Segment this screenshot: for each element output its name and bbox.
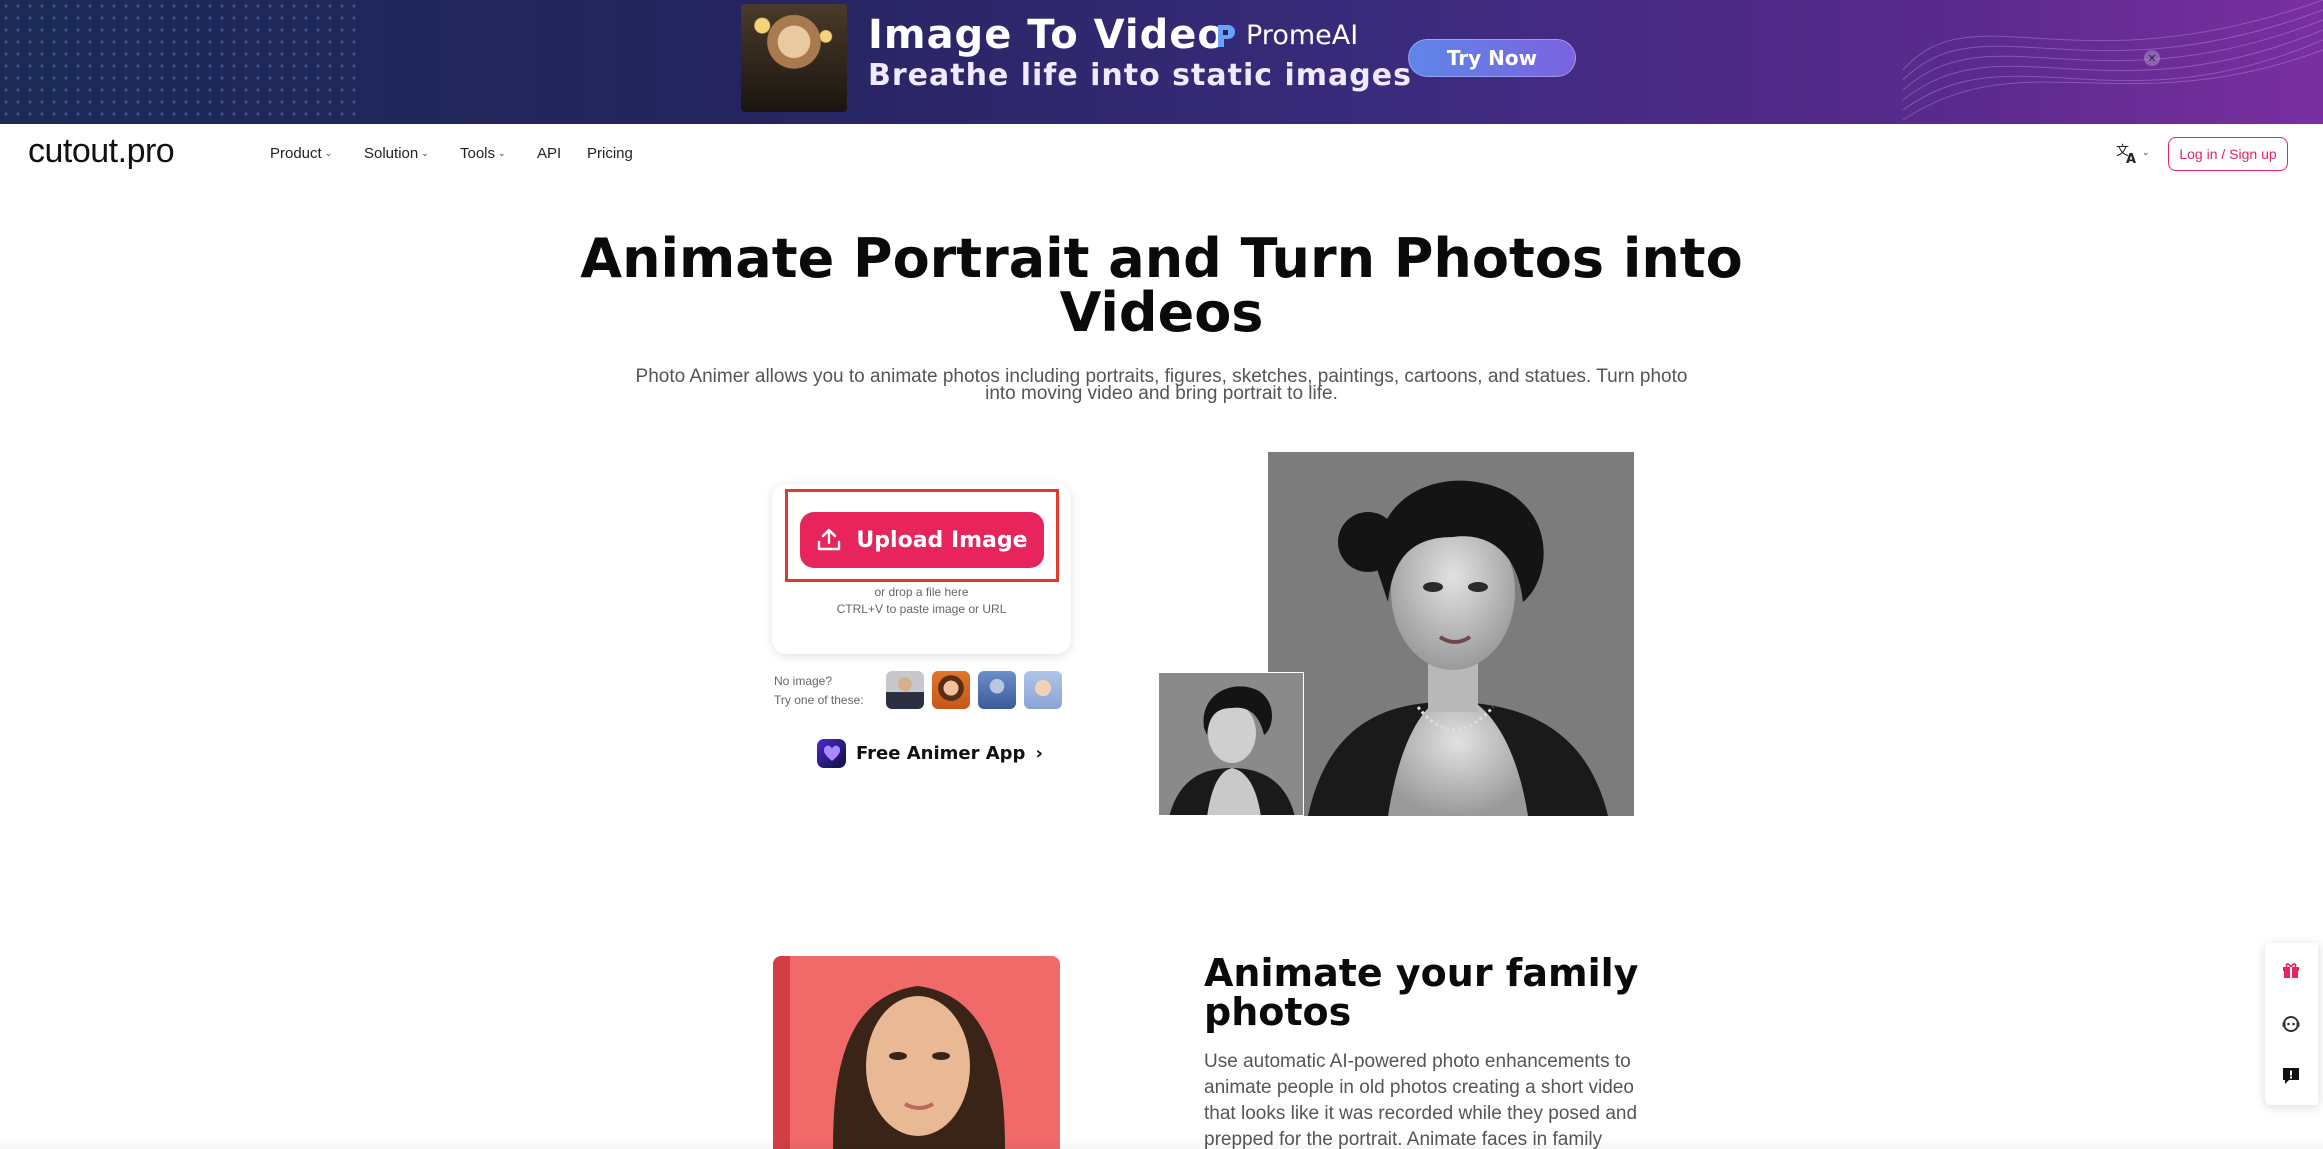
banner-title: Image To Video	[868, 12, 1226, 58]
banner-wave-pattern	[1903, 0, 2323, 124]
sample-image-baby[interactable]	[1024, 671, 1062, 709]
page-title: Animate Portrait and Turn Photos into Vi…	[560, 232, 1763, 340]
nav-item-tools[interactable]: Tools ⌄	[460, 145, 506, 162]
portrait-thumbnail-illustration	[1159, 673, 1304, 816]
nav-item-label: Tools	[460, 145, 495, 162]
try-these-line: Try one of these:	[774, 691, 864, 710]
sample-image-woman[interactable]	[932, 671, 970, 709]
translate-icon: 文 A	[2116, 142, 2140, 164]
upload-button-label: Upload Image	[856, 528, 1027, 553]
portrait-illustration	[1268, 452, 1634, 816]
drop-hint-line: or drop a file here	[772, 584, 1071, 601]
promeai-logo-icon	[1212, 21, 1238, 51]
top-navigation: cutout.pro Product ⌄ Solution ⌄ Tools ⌄ …	[0, 124, 2323, 184]
banner-thumbnail	[741, 4, 847, 112]
sample-images	[886, 671, 1062, 709]
banner-subtitle: Breathe life into static images	[868, 58, 1412, 93]
animer-app-icon	[817, 739, 846, 768]
section-text: Use automatic AI-powered photo enhanceme…	[1204, 1049, 1664, 1149]
close-icon[interactable]: ✕	[2144, 50, 2160, 66]
chevron-right-icon: ›	[1035, 743, 1042, 764]
animer-app-label: Free Animer App	[856, 743, 1025, 764]
site-logo[interactable]: cutout.pro	[28, 132, 174, 171]
nav-item-product[interactable]: Product ⌄	[270, 145, 332, 162]
chevron-down-icon: ⌄	[2142, 148, 2150, 158]
sample-image-man[interactable]	[886, 671, 924, 709]
nav-item-label: API	[537, 145, 561, 162]
nav-item-label: Product	[270, 145, 322, 162]
upload-icon	[816, 527, 842, 553]
sample-image-statue[interactable]	[978, 671, 1016, 709]
heart-icon	[822, 744, 842, 764]
support-icon[interactable]	[2280, 1013, 2302, 1035]
chevron-down-icon: ⌄	[421, 148, 429, 159]
nav-item-solution[interactable]: Solution ⌄	[364, 145, 429, 162]
login-signup-button[interactable]: Log in / Sign up	[2168, 137, 2288, 171]
no-image-label: No image? Try one of these:	[774, 672, 864, 710]
upload-image-button[interactable]: Upload Image	[800, 512, 1044, 568]
nav-item-label: Solution	[364, 145, 418, 162]
free-animer-app-link[interactable]: Free Animer App ›	[817, 739, 1043, 768]
no-image-line: No image?	[774, 672, 864, 691]
original-portrait-thumbnail	[1158, 672, 1304, 816]
promo-banner[interactable]: Image To Video Breathe life into static …	[0, 0, 2323, 124]
nav-item-pricing[interactable]: Pricing	[587, 145, 633, 162]
feedback-icon[interactable]	[2280, 1065, 2302, 1087]
svg-text:A: A	[2126, 152, 2136, 164]
hero-description: Photo Animer allows you to animate photo…	[620, 368, 1703, 402]
gift-icon[interactable]	[2280, 959, 2302, 981]
promeai-text: PromeAI	[1246, 20, 1358, 51]
family-photo-example	[773, 956, 1060, 1149]
bottom-shadow	[0, 1138, 2323, 1149]
floating-toolbar	[2265, 943, 2318, 1105]
nav-item-api[interactable]: API	[537, 145, 561, 162]
promeai-brand: PromeAI	[1212, 20, 1358, 51]
chevron-down-icon: ⌄	[325, 148, 333, 159]
chevron-down-icon: ⌄	[498, 148, 506, 159]
woman-portrait-illustration	[773, 956, 1060, 1149]
banner-dot-pattern	[0, 0, 360, 124]
try-now-button[interactable]: Try Now	[1408, 39, 1576, 77]
paste-hint-line: CTRL+V to paste image or URL	[772, 601, 1071, 618]
nav-item-label: Pricing	[587, 145, 633, 162]
language-selector[interactable]: 文 A ⌄	[2116, 142, 2150, 164]
section-title: Animate your family photos	[1204, 954, 1644, 1032]
drop-hint: or drop a file here CTRL+V to paste imag…	[772, 584, 1071, 618]
animated-portrait-result	[1268, 452, 1634, 816]
